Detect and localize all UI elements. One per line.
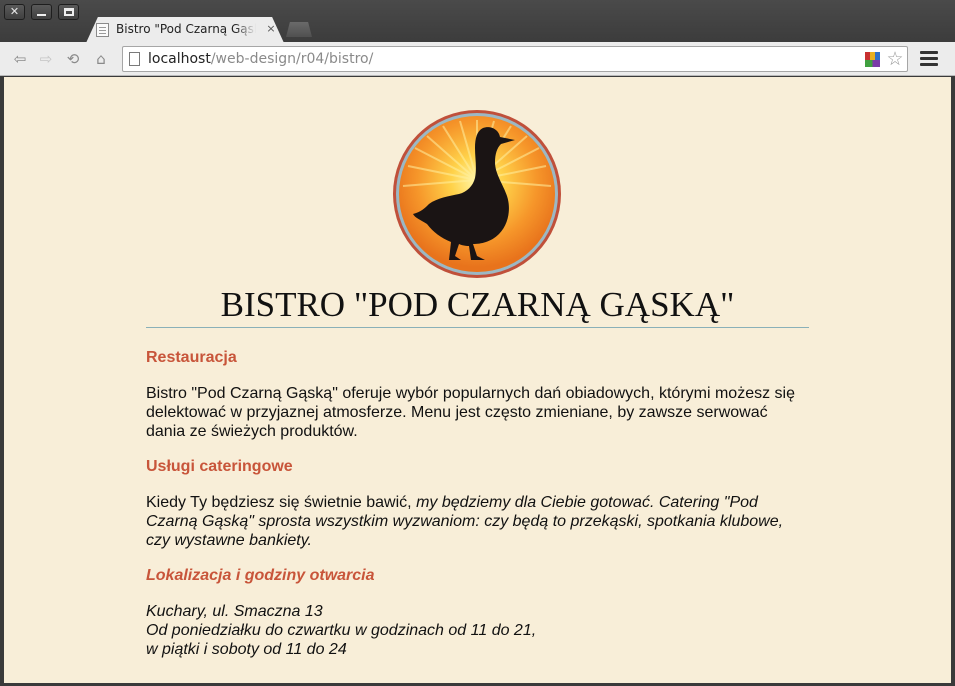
section-heading: Usługi cateringowe (146, 458, 293, 475)
section-restaurant: Restauracja Bistro "Pod Czarną Gąską" of… (146, 348, 809, 441)
address-bar[interactable]: localhost/web-design/r04/bistro/ ☆ (122, 46, 908, 72)
url-path: /web-design/r04/bistro/ (210, 51, 374, 67)
reload-icon[interactable]: ⟲ (64, 50, 82, 68)
section-heading: Restauracja (146, 349, 237, 366)
section-body: Kiedy Ty będziesz się świetnie bawić, my… (146, 493, 809, 550)
close-icon: ✕ (9, 5, 20, 18)
window-close-button[interactable]: ✕ (4, 4, 25, 20)
address-line: Kuchary, ul. Smaczna 13 (146, 603, 323, 620)
page-favicon-icon (96, 23, 109, 37)
back-arrow-icon[interactable]: ⇦ (11, 50, 29, 68)
section-location: Lokalizacja i godziny otwarcia Kuchary, … (146, 566, 809, 659)
section-heading: Lokalizacja i godziny otwarcia (146, 567, 375, 584)
goose-logo-icon (393, 110, 561, 278)
body-plain-text: Kiedy Ty będziesz się świetnie bawić, (146, 494, 417, 511)
page-viewport: BISTRO "POD CZARNĄ GĄSKĄ" Restauracja Bi… (4, 77, 951, 683)
hours-line: w piątki i soboty od 11 do 24 (146, 641, 347, 658)
minimize-icon (37, 14, 46, 16)
new-tab-button[interactable] (286, 22, 312, 37)
bookmark-star-icon[interactable]: ☆ (885, 48, 905, 70)
section-catering: Usługi cateringowe Kiedy Ty będziesz się… (146, 457, 809, 550)
browser-toolbar: ⇦ ⇨ ⟲ ⌂ localhost/web-design/r04/bistro/… (0, 42, 955, 76)
page-title: BISTRO "POD CZARNĄ GĄSKĄ" (220, 285, 735, 324)
url-text[interactable]: localhost/web-design/r04/bistro/ (148, 51, 373, 69)
hours-line: Od poniedziałku do czwartku w godzinach … (146, 622, 537, 639)
browser-tab-content: Bistro "Pod Czarną Gąską" × (96, 17, 282, 43)
title-divider (146, 327, 809, 328)
url-host: localhost (148, 51, 211, 67)
window-titlebar: ✕ Bistro "Pod Czarną Gąską" × (0, 0, 955, 43)
location-lines: Kuchary, ul. Smaczna 13 Od poniedziałku … (146, 602, 809, 659)
forward-arrow-icon[interactable]: ⇨ (37, 50, 55, 68)
tab-close-icon[interactable]: × (264, 22, 278, 36)
tab-title: Bistro "Pod Czarną Gąską" (116, 22, 256, 36)
page-content: Restauracja Bistro "Pod Czarną Gąską" of… (146, 348, 809, 675)
window-maximize-button[interactable] (58, 4, 79, 20)
browser-menu-icon[interactable] (920, 51, 938, 67)
maximize-icon (64, 8, 74, 16)
extension-icon[interactable] (865, 52, 880, 67)
window-minimize-button[interactable] (31, 4, 52, 20)
section-body: Bistro "Pod Czarną Gąską" oferuje wybór … (146, 385, 795, 440)
home-icon[interactable]: ⌂ (92, 50, 110, 68)
page-icon (129, 52, 140, 66)
